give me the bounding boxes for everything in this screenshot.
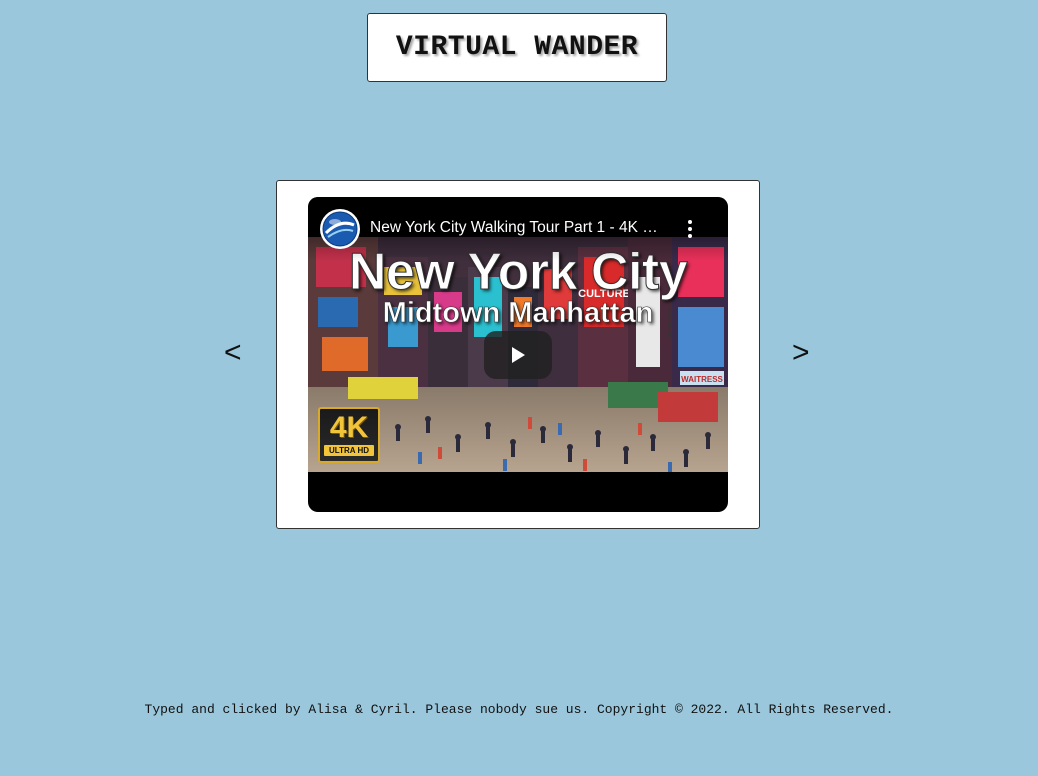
previous-video-button[interactable]: <: [224, 333, 242, 373]
billboard-waitress: WAITRESS: [681, 375, 723, 384]
thumbnail-subtitle: Midtown Manhattan: [382, 297, 654, 330]
badge-4k: 4K ULTRA HD: [318, 407, 380, 463]
footer-text: Typed and clicked by Alisa & Cyril. Plea…: [144, 702, 894, 717]
play-icon: [512, 347, 525, 363]
more-vertical-icon[interactable]: [680, 217, 700, 241]
channel-avatar[interactable]: [320, 209, 360, 249]
play-button[interactable]: [484, 331, 552, 379]
badge-4k-label: 4K: [329, 411, 369, 444]
video-title[interactable]: New York City Walking Tour Part 1 - 4K M…: [370, 219, 670, 237]
next-video-button[interactable]: >: [792, 333, 810, 373]
video-frame: CULTURE amazon WAITRESS New York City Mi…: [276, 180, 760, 529]
badge-ultra-hd-label: ULTRA HD: [324, 445, 374, 456]
globe-icon: [322, 211, 358, 247]
video-player[interactable]: CULTURE amazon WAITRESS New York City Mi…: [308, 197, 728, 512]
site-title-box: VIRTUAL WANDER: [367, 13, 667, 82]
site-title: VIRTUAL WANDER: [395, 32, 639, 63]
